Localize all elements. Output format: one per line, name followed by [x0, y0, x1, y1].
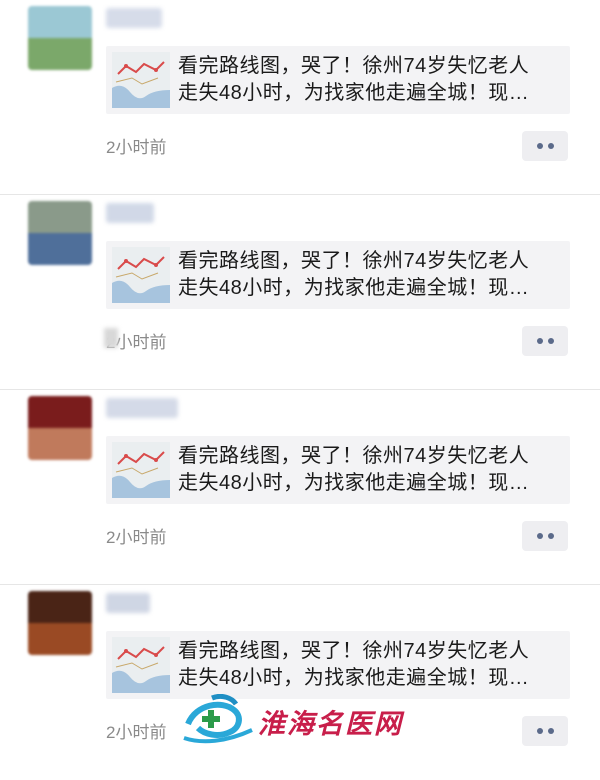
watermark-text: 淮海名医网 [258, 709, 403, 740]
shared-article-card[interactable]: 看完路线图，哭了！徐州74岁失忆老人 走失48小时，为找家他走遍全城！现… [106, 241, 570, 309]
map-route-thumbnail [112, 247, 170, 303]
site-watermark: 淮海名医网 [182, 693, 422, 744]
more-dots-icon [536, 338, 543, 344]
user-name-blurred[interactable] [106, 203, 154, 223]
more-button[interactable] [522, 131, 568, 161]
more-dots-icon [536, 533, 543, 539]
watermark-logo-icon [183, 693, 253, 744]
article-title: 看完路线图，哭了！徐州74岁失忆老人 走失48小时，为找家他走遍全城！现… [178, 640, 530, 689]
article-title: 看完路线图，哭了！徐州74岁失忆老人 走失48小时，为找家他走遍全城！现… [178, 445, 530, 494]
map-route-thumbnail [112, 52, 170, 108]
more-button[interactable] [522, 521, 568, 551]
avatar[interactable] [28, 591, 92, 655]
map-route-thumbnail [112, 442, 170, 498]
post-time: 2小时前 [106, 138, 167, 157]
blur-mask [104, 328, 118, 348]
user-name-blurred[interactable] [106, 8, 162, 28]
shared-article-card[interactable]: 看完路线图，哭了！徐州74岁失忆老人 走失48小时，为找家他走遍全城！现… [106, 436, 570, 504]
post-time: 2小时前 [106, 723, 167, 742]
map-route-thumbnail [112, 637, 170, 693]
shared-article-card[interactable]: 看完路线图，哭了！徐州74岁失忆老人 走失48小时，为找家他走遍全城！现… [106, 46, 570, 114]
avatar[interactable] [28, 6, 92, 70]
article-title: 看完路线图，哭了！徐州74岁失忆老人 走失48小时，为找家他走遍全城！现… [178, 55, 530, 104]
moments-feed: 看完路线图，哭了！徐州74岁失忆老人 走失48小时，为找家他走遍全城！现… 2小… [0, 0, 600, 759]
avatar[interactable] [28, 396, 92, 460]
user-name-blurred[interactable] [106, 398, 178, 418]
post-time: 2小时前 [106, 528, 167, 547]
more-dots-icon [536, 143, 543, 149]
feed-post: 看完路线图，哭了！徐州74岁失忆老人 走失48小时，为找家他走遍全城！现… 2小… [0, 585, 600, 780]
avatar[interactable] [28, 201, 92, 265]
feed-post: 看完路线图，哭了！徐州74岁失忆老人 走失48小时，为找家他走遍全城！现… 2小… [0, 195, 600, 390]
feed-post: 看完路线图，哭了！徐州74岁失忆老人 走失48小时，为找家他走遍全城！现… 2小… [0, 0, 600, 195]
feed-post: 看完路线图，哭了！徐州74岁失忆老人 走失48小时，为找家他走遍全城！现… 2小… [0, 390, 600, 585]
more-button[interactable] [522, 326, 568, 356]
user-name-blurred[interactable] [106, 593, 150, 613]
article-title: 看完路线图，哭了！徐州74岁失忆老人 走失48小时，为找家他走遍全城！现… [178, 250, 530, 299]
more-button[interactable] [522, 716, 568, 746]
shared-article-card[interactable]: 看完路线图，哭了！徐州74岁失忆老人 走失48小时，为找家他走遍全城！现… [106, 631, 570, 699]
more-dots-icon [536, 728, 543, 734]
